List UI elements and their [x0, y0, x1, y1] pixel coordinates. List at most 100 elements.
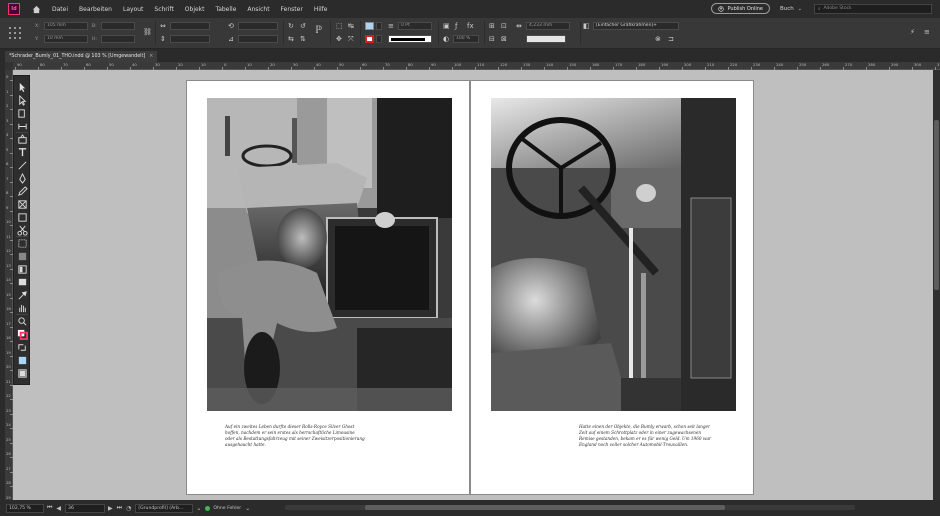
rotate-field[interactable] [238, 22, 278, 30]
preflight-dropdown-icon[interactable]: ⌄ [245, 505, 250, 512]
caption-left[interactable]: Auf ein zweites Leben durfte dieser Roll… [225, 424, 385, 448]
content-collector-icon[interactable] [17, 133, 28, 144]
chevron-down-icon[interactable]: ⌄ [798, 6, 802, 12]
ruler-origin[interactable] [5, 62, 13, 70]
direct-selection-tool-icon[interactable] [17, 94, 28, 106]
reference-point-icon[interactable] [8, 26, 22, 40]
stroke-swatch-dropdown[interactable] [376, 35, 382, 43]
profile-dropdown-icon[interactable]: ⌄ [196, 505, 201, 512]
stroke-type-dropdown[interactable] [388, 35, 432, 43]
open-page-icon[interactable]: ◔ [126, 505, 131, 512]
zoom-tool-icon[interactable] [17, 316, 28, 326]
hand-tool-icon[interactable] [17, 303, 28, 313]
width-field[interactable] [101, 22, 135, 30]
fill-swatch-dropdown[interactable] [376, 22, 382, 30]
page-tool-icon[interactable] [17, 108, 28, 118]
menu-item-bearbeiten[interactable]: Bearbeiten [79, 6, 112, 13]
spacing-field[interactable]: 4,233 mm [526, 22, 570, 30]
note-tool-icon[interactable] [17, 277, 28, 287]
gradient-swatch-tool-icon[interactable] [17, 251, 28, 261]
stroke-weight-field[interactable]: 0 Pt [398, 22, 432, 30]
y-field[interactable]: 10 mm [44, 35, 88, 43]
profile-field[interactable]: [Grundprofil] (Arb... [135, 503, 194, 513]
rotate-cw-icon[interactable]: ↻ [288, 22, 294, 30]
menu-item-hilfe[interactable]: Hilfe [314, 6, 328, 13]
auto-fit-dropdown[interactable] [526, 35, 566, 43]
publish-online-button[interactable]: Publish Online [711, 3, 771, 14]
vertical-scrollbar[interactable] [933, 70, 940, 500]
fill-frame-icon[interactable]: ⊠ [501, 35, 507, 43]
previous-page-icon[interactable]: ◀ [56, 505, 61, 512]
indesign-app-icon[interactable]: Id [8, 3, 20, 15]
fit-content-icon[interactable]: ⊡ [501, 22, 507, 30]
fx-icon[interactable]: ƒ [455, 22, 457, 30]
gradient-feather-tool-icon[interactable] [17, 264, 28, 274]
rectangle-frame-tool-icon[interactable] [17, 199, 28, 209]
eyedropper-tool-icon[interactable] [17, 290, 28, 300]
type-tool-icon[interactable] [17, 147, 28, 157]
select-container-icon[interactable]: ⬚ [336, 22, 343, 30]
menu-item-fenster[interactable]: Fenster [281, 6, 303, 13]
last-page-icon[interactable]: ⏭ [117, 504, 122, 512]
constrain-proportions-icon[interactable]: ⛓ [143, 28, 152, 36]
preview-mode-icon[interactable] [17, 368, 28, 378]
page-number-field[interactable]: 36 [65, 503, 106, 513]
line-tool-icon[interactable] [17, 160, 28, 170]
free-transform-tool-icon[interactable] [17, 238, 28, 248]
preflight-status[interactable]: Ohne Fehler [213, 506, 241, 511]
x-field[interactable]: 105 mm [44, 22, 88, 30]
clear-overrides-icon[interactable]: ⊗ [655, 35, 661, 43]
page-right[interactable]: Hatte einen der Objekte, die Bumly erwar… [470, 80, 754, 495]
pen-tool-icon[interactable] [17, 172, 28, 184]
horizontal-scrollbar-thumb[interactable] [365, 505, 725, 510]
flip-horizontal-icon[interactable]: ⇆ [288, 35, 294, 43]
effects-icon[interactable]: fx [467, 22, 474, 30]
vertical-ruler[interactable]: 0 1 2 3 4 5 6 7 8 9 10 11 12 13 14 15 16 17 18 19 20 21 22 23 24… [5, 70, 13, 502]
pencil-tool-icon[interactable] [17, 185, 28, 196]
panel-menu-icon[interactable]: ≡ [924, 28, 930, 36]
home-icon[interactable] [30, 3, 42, 15]
drop-shadow-icon[interactable]: ▣ [443, 22, 450, 30]
horizontal-ruler[interactable]: 90 80 70 60 50 40 30 20 10 0 10 20 30 40 50 60 70 80 90 100… [13, 62, 940, 70]
menu-item-datei[interactable]: Datei [52, 6, 68, 13]
height-field[interactable] [101, 35, 135, 43]
select-previous-icon[interactable]: ⤧ [348, 35, 354, 43]
flip-vertical-icon[interactable]: ⇅ [300, 35, 306, 43]
photo-rolls-royce-engine[interactable] [207, 98, 452, 411]
gap-tool-icon[interactable] [17, 121, 28, 131]
rotate-ccw-icon[interactable]: ↺ [300, 22, 306, 30]
workspace-switcher[interactable]: Buch [780, 6, 794, 12]
caption-right[interactable]: Hatte einen der Objekte, die Bumly erwar… [579, 424, 739, 448]
fit-frame-icon[interactable]: ⊞ [489, 22, 495, 30]
document-tab[interactable]: *Schrader_Bumly_01_THO.indd @ 103 % [Umg… [5, 51, 158, 62]
next-page-icon[interactable]: ▶ [108, 505, 113, 512]
quick-apply-icon[interactable]: ⚡ [910, 28, 915, 36]
shear-field[interactable] [238, 35, 278, 43]
pasteboard[interactable]: Auf ein zweites Leben durfte dieser Roll… [13, 70, 933, 500]
fill-swatch[interactable] [365, 22, 374, 30]
menu-item-tabelle[interactable]: Tabelle [216, 6, 237, 13]
menu-item-ansicht[interactable]: Ansicht [247, 6, 269, 13]
menu-item-objekt[interactable]: Objekt [185, 6, 205, 13]
opacity-field[interactable]: 100 % [453, 35, 479, 43]
adobe-stock-search[interactable]: ⌕ Adobe Stock [814, 3, 932, 14]
selection-tool-icon[interactable] [17, 82, 28, 92]
scale-y-field[interactable] [170, 35, 210, 43]
menu-item-layout[interactable]: Layout [123, 6, 143, 13]
swap-colors-icon[interactable] [17, 342, 28, 352]
select-content-icon[interactable]: ✥ [336, 35, 342, 43]
path-reference-icon[interactable]: ℙ [315, 26, 322, 36]
select-next-icon[interactable]: ↹ [348, 22, 354, 30]
fill-stroke-icon[interactable] [17, 329, 28, 340]
center-content-icon[interactable]: ⊟ [489, 35, 495, 43]
photo-steering-wheel[interactable] [491, 98, 736, 411]
stroke-swatch[interactable] [365, 35, 374, 43]
zoom-field[interactable]: 102,75 % [6, 503, 44, 513]
menu-item-schrift[interactable]: Schrift [154, 6, 173, 13]
vertical-scrollbar-thumb[interactable] [934, 120, 939, 290]
first-page-icon[interactable]: ⏮ [47, 504, 52, 512]
rectangle-tool-icon[interactable] [17, 212, 28, 222]
close-icon[interactable]: × [149, 54, 153, 59]
scissors-tool-icon[interactable] [17, 225, 28, 236]
object-style-dropdown[interactable]: [Einfacher Grafikrahmen]+ [593, 22, 679, 30]
